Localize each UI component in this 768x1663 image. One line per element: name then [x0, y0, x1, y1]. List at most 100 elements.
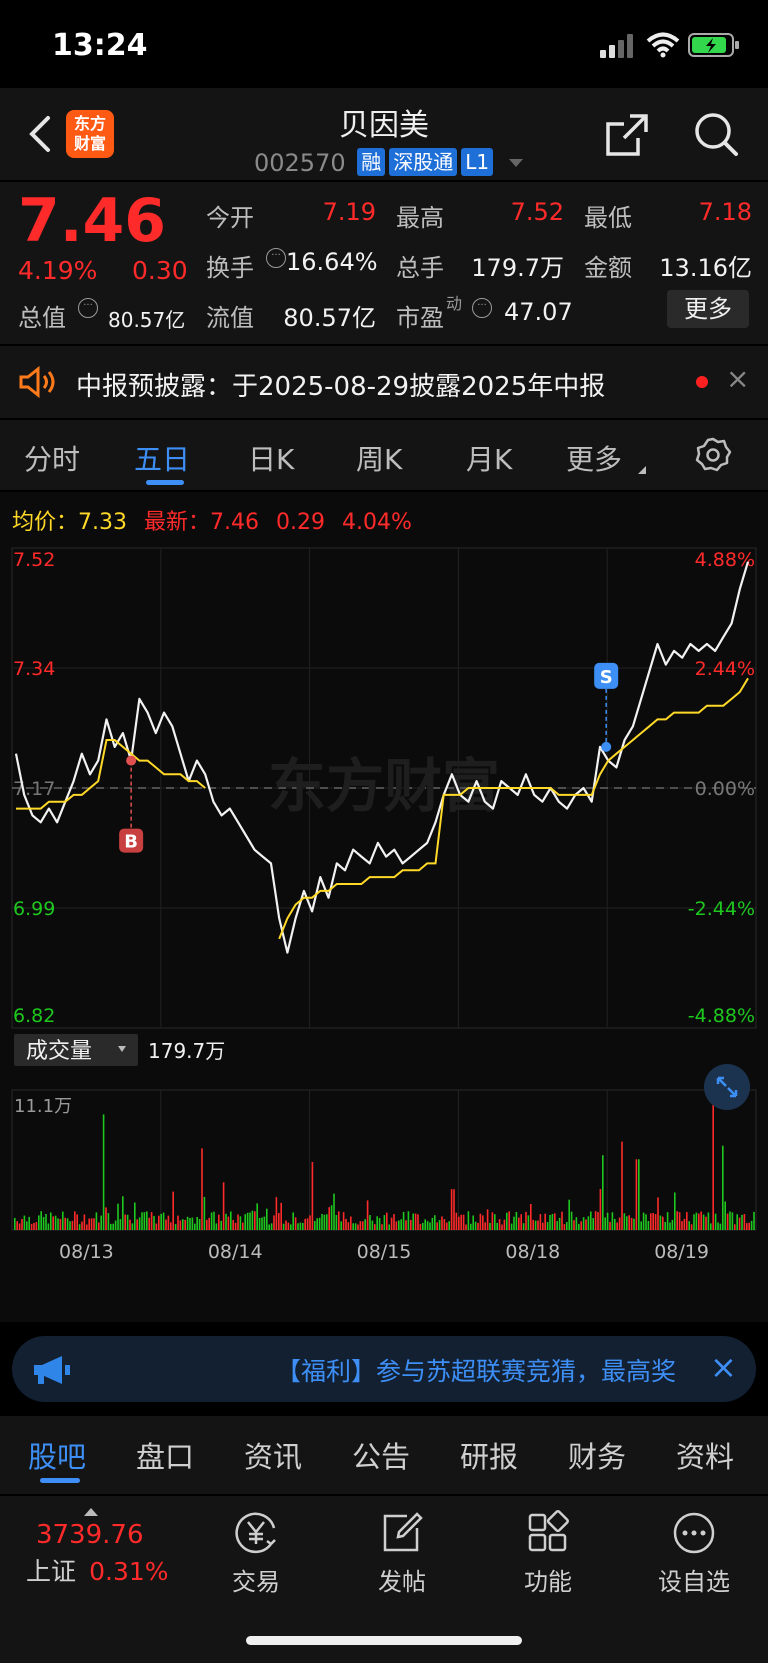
volume-bar: [268, 1224, 270, 1230]
volume-bar: [722, 1145, 724, 1230]
volume-bar: [311, 1162, 314, 1230]
volume-bar: [345, 1218, 347, 1230]
high-value: 7.52: [510, 198, 564, 226]
volume-bar: [726, 1213, 729, 1230]
search-icon[interactable]: [692, 110, 740, 158]
volume-bar: [244, 1214, 246, 1230]
tab-forum[interactable]: 股吧: [28, 1434, 86, 1476]
tab-order-book[interactable]: 盘口: [136, 1434, 194, 1476]
volume-bar: [609, 1221, 611, 1230]
tab-five-day[interactable]: 五日: [134, 438, 190, 478]
volume-bar: [462, 1214, 465, 1230]
sell-marker-dot: [601, 741, 612, 752]
x-axis-label: 08/15: [357, 1241, 412, 1263]
notice-bar[interactable]: 中报预披露：于2025-08-29披露2025年中报 ×: [0, 346, 768, 418]
tab-profile[interactable]: 资料: [676, 1434, 734, 1476]
volume-bar: [383, 1215, 386, 1230]
post-button[interactable]: 发帖: [352, 1510, 452, 1597]
volume-bar: [148, 1217, 150, 1230]
volume-value: 179.7万: [471, 254, 564, 282]
volume-bar: [390, 1217, 393, 1230]
volume-bar: [542, 1222, 544, 1230]
volume-bar: [258, 1218, 261, 1230]
volume-bar: [191, 1217, 194, 1230]
volume-bar: [626, 1216, 628, 1230]
stock-code-row[interactable]: 002570 融深股通 L1: [254, 148, 523, 177]
volume-bar: [381, 1224, 383, 1230]
volume-bar: [674, 1192, 676, 1230]
volume-bar: [393, 1214, 395, 1230]
speaker-icon: [19, 366, 55, 398]
volume-bar: [369, 1215, 371, 1230]
share-icon[interactable]: [604, 112, 650, 158]
trade-button[interactable]: 交易: [206, 1510, 306, 1597]
volume-bar: [422, 1223, 424, 1230]
info-dots-icon[interactable]: ···: [266, 248, 286, 268]
tab-intraday[interactable]: 分时: [24, 438, 80, 478]
volume-bar: [386, 1212, 388, 1230]
volume-bar: [513, 1216, 515, 1230]
volume-bar: [280, 1202, 282, 1230]
tab-research[interactable]: 研报: [460, 1434, 518, 1476]
tab-weekly-k[interactable]: 周K: [356, 438, 402, 478]
volume-bar: [261, 1217, 263, 1230]
volume-bar: [350, 1216, 352, 1230]
volume-bar: [484, 1222, 486, 1230]
volume-bar: [580, 1221, 582, 1230]
tab-more[interactable]: 更多: [566, 438, 622, 478]
volume-bar: [486, 1209, 489, 1230]
functions-button[interactable]: 功能: [498, 1510, 598, 1597]
settings-gear-icon[interactable]: [694, 436, 732, 474]
grid-apps-icon: [528, 1510, 569, 1552]
volume-bar: [573, 1220, 575, 1230]
volume-bar: [246, 1212, 249, 1230]
buy-marker-label: B: [124, 832, 138, 853]
volume-bar: [167, 1215, 170, 1230]
info-dots-icon[interactable]: ···: [472, 298, 492, 318]
volume-bar: [554, 1213, 556, 1230]
volume-bar: [508, 1211, 510, 1230]
tab-monthly-k[interactable]: 月K: [466, 438, 512, 478]
float-label: 流值: [206, 304, 254, 332]
tab-financials[interactable]: 财务: [568, 1434, 626, 1476]
volume-bar: [537, 1220, 539, 1230]
volume-bar: [414, 1213, 417, 1230]
promo-banner[interactable]: 【福利】参与苏超联赛竞猜，最高奖 ×: [12, 1336, 756, 1402]
close-notice-icon[interactable]: ×: [726, 362, 749, 395]
volume-bar: [110, 1223, 112, 1230]
volume-bar: [38, 1215, 40, 1230]
info-dots-icon[interactable]: ···: [78, 298, 98, 318]
index-ticker[interactable]: 3739.76 上证 0.31%: [20, 1508, 190, 1588]
tab-news[interactable]: 资讯: [244, 1434, 302, 1476]
volume-bar: [746, 1223, 748, 1230]
quote-panel: 7.46 4.19% 0.30 今开 7.19 最高 7.52 最低 7.18 …: [0, 182, 768, 344]
more-quote-button[interactable]: 更多: [667, 290, 749, 328]
volume-bar: [710, 1223, 712, 1230]
volume-bar: [590, 1211, 592, 1230]
volume-bar: [352, 1223, 354, 1230]
y-axis-label-left: 7.34: [13, 658, 55, 680]
volume-bar: [359, 1221, 362, 1230]
volume-bar: [438, 1220, 441, 1230]
price-chart-svg: 东方财富7.527.347.176.996.824.88%2.44%0.00%-…: [11, 547, 757, 1263]
volume-bar: [141, 1212, 143, 1230]
volume-bar: [676, 1211, 678, 1230]
volume-bar: [688, 1221, 690, 1230]
turnover-label: 换手: [206, 254, 254, 282]
volume-bar: [743, 1214, 746, 1230]
volume-bar: [678, 1212, 681, 1230]
tab-daily-k[interactable]: 日K: [248, 438, 294, 478]
close-banner-icon[interactable]: ×: [710, 1348, 737, 1386]
volume-bar: [338, 1211, 340, 1230]
float-value: 80.57亿: [283, 304, 376, 332]
volume-bar: [146, 1211, 148, 1230]
tab-announcements[interactable]: 公告: [352, 1434, 410, 1476]
five-day-chart[interactable]: 均价：7.33 最新：7.46 0.29 4.04% 东方财富 7.52 7.34 7…: [0, 492, 768, 1322]
expand-chart-icon[interactable]: [704, 1064, 750, 1110]
volume-bar: [230, 1211, 232, 1230]
volume-bar: [395, 1221, 398, 1230]
volume-bar: [282, 1223, 285, 1230]
add-watchlist-button[interactable]: 设自选: [644, 1510, 744, 1597]
volume-bar: [242, 1222, 244, 1230]
x-axis-label: 08/13: [59, 1241, 114, 1263]
